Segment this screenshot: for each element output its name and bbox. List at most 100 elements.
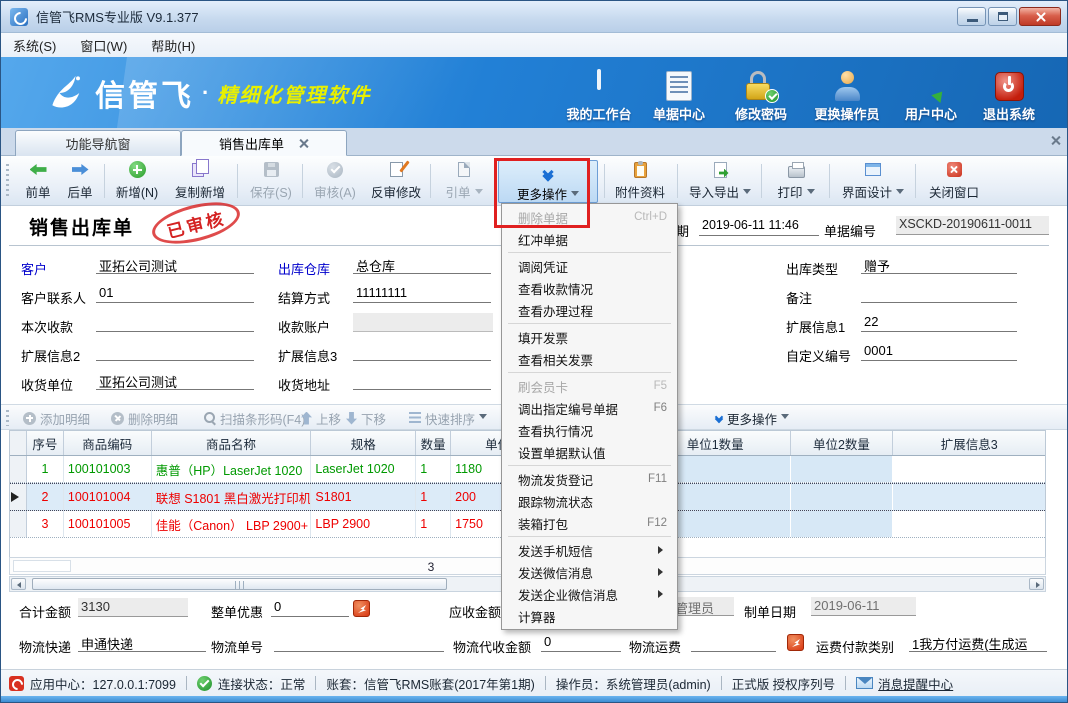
col-code[interactable]: 商品编码 [64, 431, 152, 455]
scrollbar-thumb[interactable] [32, 578, 447, 590]
freight-type-field[interactable]: 1我方付运费(生成运 [909, 633, 1047, 652]
brand-separator: · [202, 80, 209, 106]
unaudit-edit-button[interactable]: 反审修改 [365, 159, 427, 203]
banner-item-switch-operator[interactable]: 更换操作员 [803, 67, 891, 123]
close-button[interactable] [1019, 7, 1061, 26]
cod-amount-field[interactable]: 0 [541, 633, 621, 652]
settlement-label: 结算方式 [278, 288, 330, 307]
settlement-field[interactable]: 11111111 [353, 284, 491, 303]
qty-total: 3 [410, 560, 452, 574]
col-name[interactable]: 商品名称 [152, 431, 312, 455]
menu-window[interactable]: 窗口(W) [68, 33, 139, 58]
menu-item-send-sms[interactable]: 发送手机短信 [502, 539, 677, 561]
menu-item-red-reverse[interactable]: 红冲单据 [502, 228, 677, 250]
col-unit2-qty[interactable]: 单位2数量 [791, 431, 894, 455]
plus-circle-icon [23, 412, 36, 425]
col-seq[interactable]: 序号 [27, 431, 64, 455]
status-operator: 操作员：系统管理员(admin) [556, 674, 711, 693]
menu-item-view-voucher[interactable]: 调阅凭证 [502, 255, 677, 277]
ui-design-button[interactable]: 界面设计 [835, 159, 911, 203]
message-center-link[interactable]: 消息提醒中心 [878, 674, 953, 693]
pull-doc-button[interactable]: 引单 [435, 159, 493, 203]
tab-function-nav[interactable]: 功能导航窗 [15, 130, 181, 156]
ext3-label: 扩展信息3 [278, 346, 337, 365]
detail-more-operations-button[interactable]: 更多操作 [716, 409, 789, 427]
freight-action-icon[interactable] [787, 634, 804, 651]
outbound-type-field[interactable]: 赠予 [861, 255, 1017, 274]
menu-item-calculator[interactable]: 计算器 [502, 605, 677, 627]
menu-item-view-invoices[interactable]: 查看相关发票 [502, 348, 677, 370]
banner-item-user-center[interactable]: 用户中心 [893, 67, 969, 123]
banner-item-doc-center[interactable]: 单据中心 [643, 67, 715, 123]
save-button[interactable]: 保存(S) [243, 159, 299, 203]
arrow-up-icon [301, 412, 312, 425]
date-field[interactable]: 2019-06-11 11:46 [699, 217, 819, 236]
copy-new-button[interactable]: 复制新增 [167, 159, 233, 203]
tracking-no-field[interactable] [274, 633, 444, 652]
ext2-field[interactable] [96, 342, 254, 361]
ext3-field[interactable] [353, 342, 491, 361]
banner-item-exit-system[interactable]: 退出系统 [969, 67, 1049, 123]
delete-row-button[interactable]: 删除明细 [111, 409, 178, 427]
contact-field[interactable]: 01 [96, 284, 254, 303]
chevron-down-icon [479, 414, 487, 423]
more-operations-button[interactable]: 更多操作 [498, 160, 598, 203]
custom-no-field[interactable]: 0001 [861, 342, 1017, 361]
menu-item-packing[interactable]: 装箱打包F12 [502, 512, 677, 534]
warehouse-field[interactable]: 总仓库 [353, 255, 491, 274]
freight-label: 物流运费 [629, 637, 681, 656]
customer-field[interactable]: 亚拓公司测试 [96, 255, 254, 274]
minimize-button[interactable] [957, 7, 986, 26]
menu-item-track-logistics[interactable]: 跟踪物流状态 [502, 490, 677, 512]
next-doc-button[interactable]: 后单 [59, 159, 101, 203]
menu-item-send-work-wechat[interactable]: 发送企业微信消息 [502, 583, 677, 605]
print-button[interactable]: 打印 [767, 159, 825, 203]
add-row-button[interactable]: 添加明细 [23, 409, 90, 427]
attachments-button[interactable]: 附件资料 [609, 159, 671, 203]
menu-item-member-card[interactable]: 刷会员卡F5 [502, 375, 677, 397]
col-spec[interactable]: 规格 [311, 431, 416, 455]
warehouse-label: 出库仓库 [278, 259, 330, 278]
move-up-button[interactable]: 上移 [301, 409, 341, 427]
receiver-field[interactable]: 亚拓公司测试 [96, 371, 254, 390]
audit-button[interactable]: 审核(A) [307, 159, 363, 203]
menu-help[interactable]: 帮助(H) [139, 33, 207, 58]
tab-sales-outbound[interactable]: 销售出库单 [181, 130, 347, 156]
scroll-left-icon[interactable] [11, 578, 26, 590]
move-down-button[interactable]: 下移 [346, 409, 386, 427]
remark-field[interactable] [861, 284, 1017, 303]
logistics-field[interactable]: 申通快递 [78, 633, 206, 652]
menu-item-view-execution[interactable]: 查看执行情况 [502, 419, 677, 441]
menu-item-set-defaults[interactable]: 设置单据默认值 [502, 441, 677, 463]
menu-item-logistics-register[interactable]: 物流发货登记F11 [502, 468, 677, 490]
payment-field[interactable] [96, 313, 254, 332]
scan-barcode-button[interactable]: 扫描条形码(F4) [204, 409, 305, 427]
quick-sort-button[interactable]: 快速排序 [409, 409, 487, 427]
menu-item-delete-doc[interactable]: 删除单据Ctrl+D [502, 206, 677, 228]
double-chevron-down-icon [716, 414, 722, 422]
import-export-button[interactable]: 导入导出 [683, 159, 757, 203]
menu-item-send-wechat[interactable]: 发送微信消息 [502, 561, 677, 583]
menu-item-fill-invoice[interactable]: 填开发票 [502, 326, 677, 348]
freight-field[interactable] [691, 633, 776, 652]
col-ext3[interactable]: 扩展信息3 [893, 431, 1045, 455]
menu-item-view-process[interactable]: 查看办理过程 [502, 299, 677, 321]
panel-close-icon[interactable] [1050, 135, 1061, 146]
menu-system[interactable]: 系统(S) [1, 33, 68, 58]
new-doc-button[interactable]: 新增(N) [109, 159, 165, 203]
tab-close-icon[interactable] [298, 138, 309, 149]
menu-item-view-payment-status[interactable]: 查看收款情况 [502, 277, 677, 299]
banner-item-workbench[interactable]: 我的工作台 [561, 67, 637, 123]
menu-item-load-by-number[interactable]: 调出指定编号单据F6 [502, 397, 677, 419]
address-field[interactable] [353, 371, 491, 390]
discount-field[interactable]: 0 [271, 598, 349, 617]
scroll-right-icon[interactable] [1029, 578, 1044, 590]
discount-action-icon[interactable] [353, 600, 370, 617]
col-qty[interactable]: 数量 [416, 431, 451, 455]
maximize-button[interactable] [988, 7, 1017, 26]
close-window-button[interactable]: 关闭窗口 [921, 159, 987, 203]
customer-label: 客户 [21, 259, 47, 278]
prev-doc-button[interactable]: 前单 [17, 159, 59, 203]
banner-item-change-password[interactable]: 修改密码 [723, 67, 799, 123]
ext1-field[interactable]: 22 [861, 313, 1017, 332]
